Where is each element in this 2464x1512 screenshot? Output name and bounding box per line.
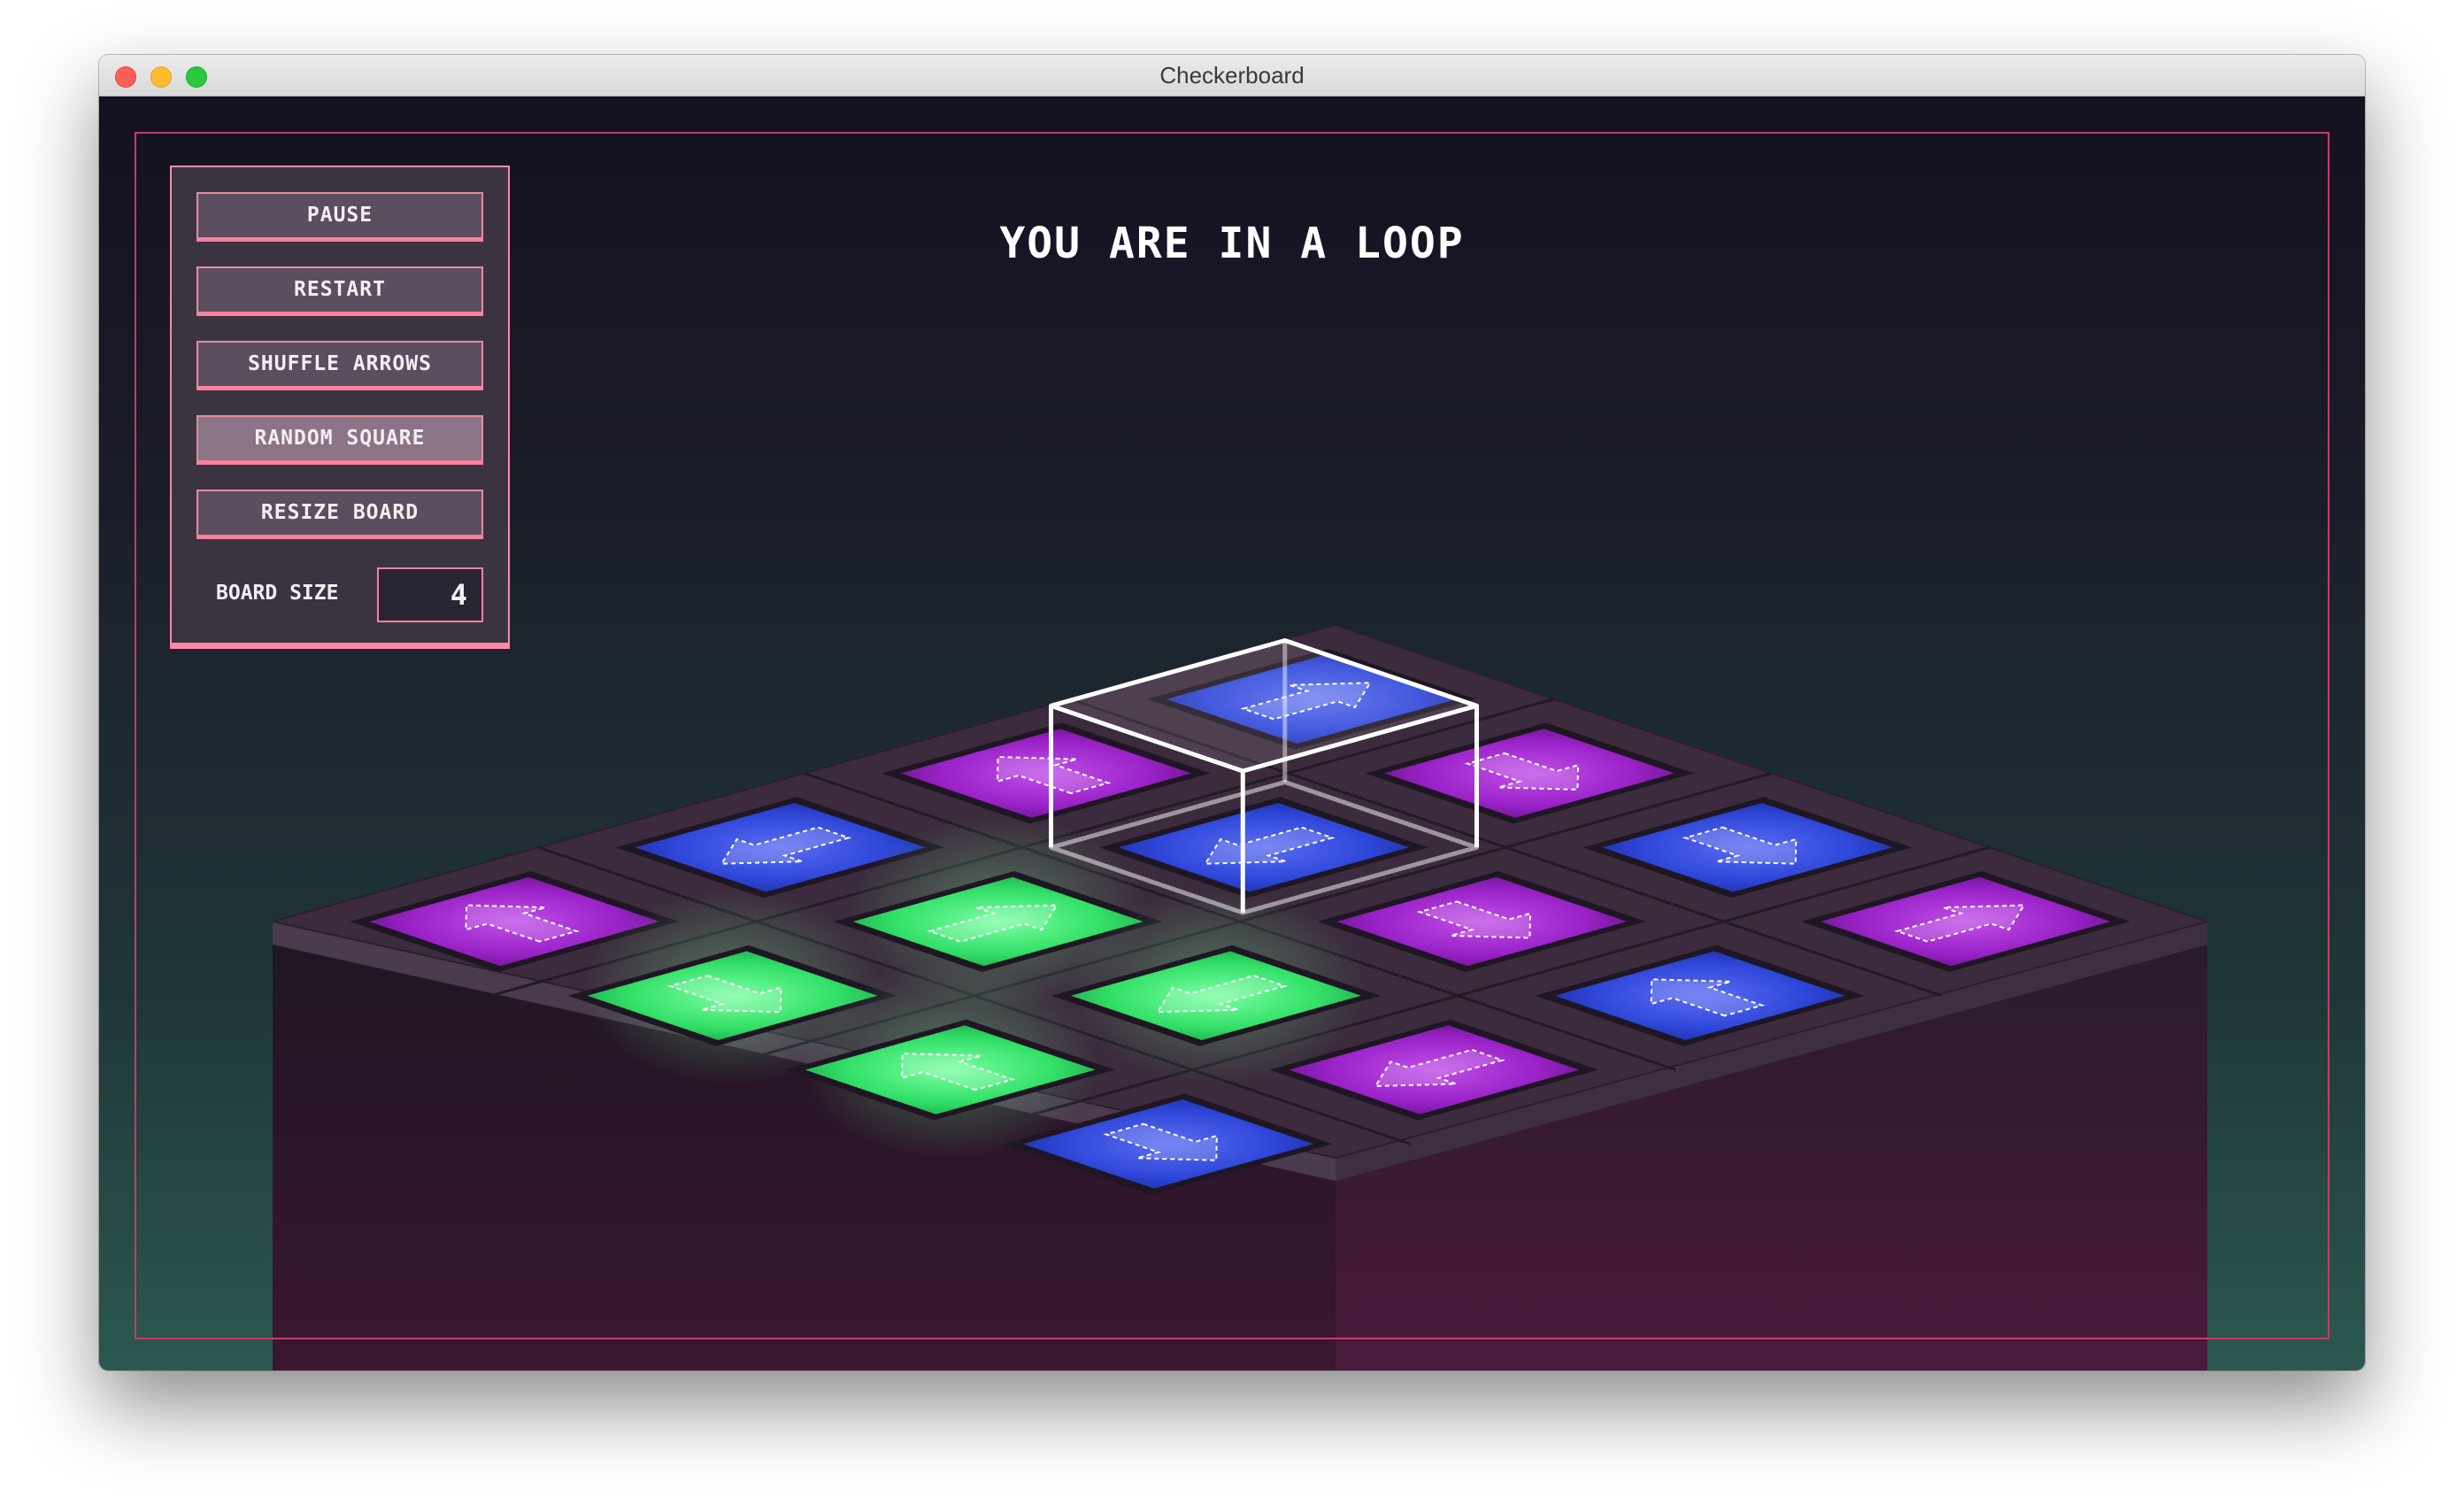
random-square-button[interactable]: RANDOM SQUARE bbox=[196, 415, 483, 465]
board-size-input[interactable] bbox=[377, 567, 483, 622]
window-title: Checkerboard bbox=[1159, 62, 1305, 89]
board-size-label: BOARD SIZE bbox=[216, 582, 339, 605]
restart-button[interactable]: RESTART bbox=[196, 266, 483, 316]
game-stage: PAUSE RESTART SHUFFLE ARROWS RANDOM SQUA… bbox=[99, 96, 2365, 1370]
app-window: Checkerboard PAUSE RESTART SHUFFLE ARROW… bbox=[99, 55, 2365, 1370]
status-message: YOU ARE IN A LOOP bbox=[999, 219, 1465, 268]
shuffle-arrows-button[interactable]: SHUFFLE ARROWS bbox=[196, 341, 483, 390]
board bbox=[272, 623, 2211, 1370]
resize-board-button[interactable]: RESIZE BOARD bbox=[196, 490, 483, 539]
title-bar[interactable]: Checkerboard bbox=[99, 55, 2365, 96]
